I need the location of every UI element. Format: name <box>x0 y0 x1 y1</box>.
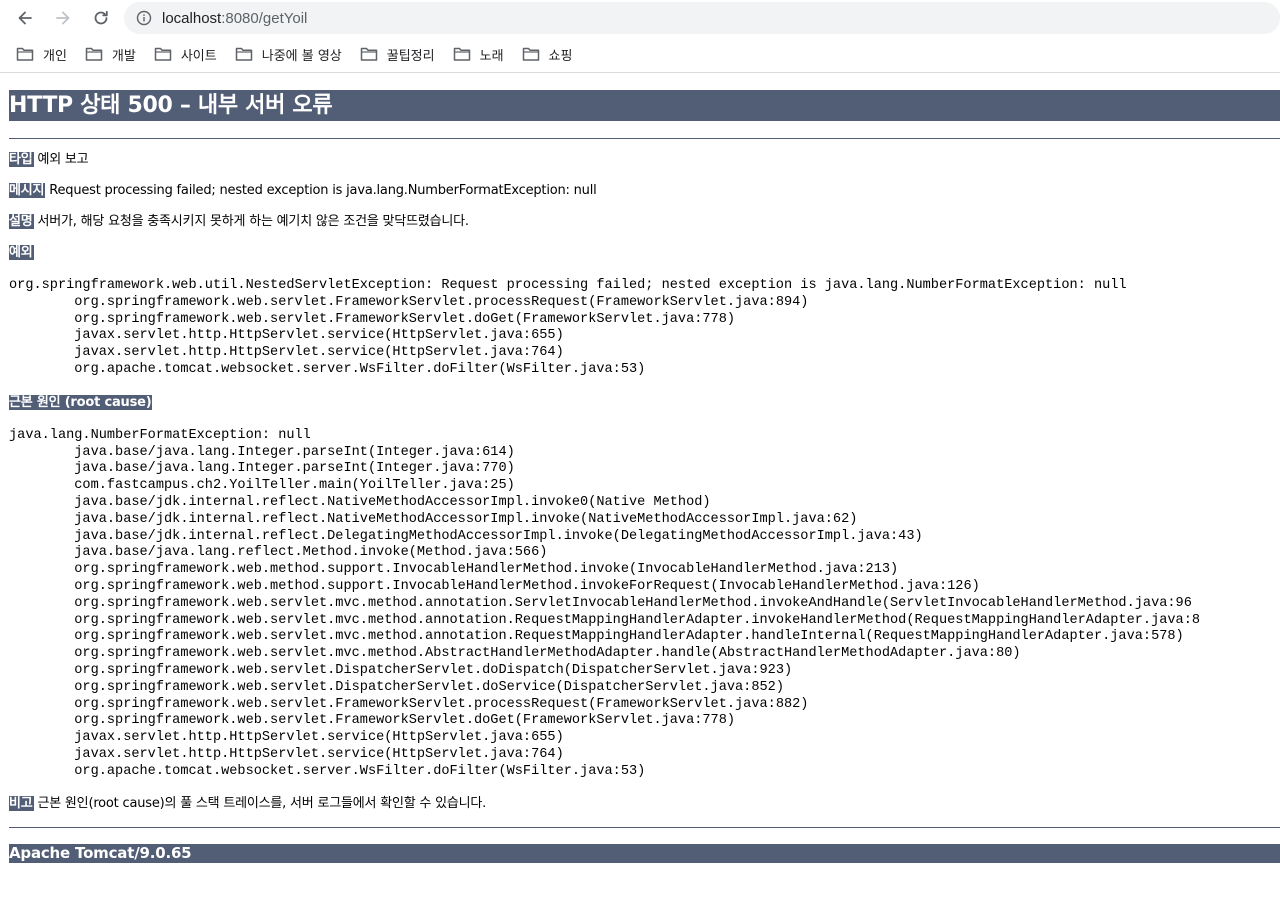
server-version-footer: Apache Tomcat/9.0.65 <box>9 843 1280 863</box>
folder-icon <box>360 47 378 61</box>
back-arrow-icon <box>18 11 32 25</box>
divider <box>9 138 1280 139</box>
note-row: 비고 근본 원인(root cause)의 풀 스택 트레이스를, 서버 로그들… <box>9 795 1280 812</box>
root-cause-label: 근본 원인 (root cause) <box>9 394 153 410</box>
folder-icon <box>16 47 34 61</box>
type-value: 예외 보고 <box>37 152 89 167</box>
type-label: 타입 <box>9 152 34 167</box>
description-row: 설명 서버가, 해당 요청을 충족시키지 못하게 하는 예기치 않은 조건을 맞… <box>9 214 1280 230</box>
info-icon[interactable] <box>136 10 152 26</box>
divider <box>9 826 1280 828</box>
description-label: 설명 <box>9 214 34 229</box>
type-row: 타입 예외 보고 <box>9 152 1280 168</box>
bookmark-label: 개발 <box>111 48 136 64</box>
root-cause-row: 근본 원인 (root cause) <box>9 394 1280 411</box>
folder-icon <box>453 47 470 61</box>
bookmarks-bar: 개인 개발 사이트 나중에 볼 영상 꿀팁정리 노래 쇼핑 <box>0 36 1280 73</box>
bookmark-folder[interactable]: 개발 <box>77 40 144 68</box>
message-label: 메시지 <box>9 183 46 198</box>
description-value: 서버가, 해당 요청을 충족시키지 못하게 하는 예기치 않은 조건을 맞닥뜨렸… <box>37 214 469 229</box>
bookmark-label: 개인 <box>43 48 67 64</box>
root-cause-stack-trace: java.lang.NumberFormatException: null ja… <box>9 427 1201 779</box>
bookmark-label: 나중에 볼 영상 <box>261 48 342 64</box>
message-row: 메시지 Request processing failed; nested ex… <box>9 183 1280 199</box>
bookmark-folder[interactable]: 개인 <box>8 40 75 68</box>
folder-icon <box>522 47 539 61</box>
bookmark-folder[interactable]: 꿀팁정리 <box>352 40 443 68</box>
folder-icon <box>235 47 252 61</box>
address-bar[interactable]: localhost:8080/getYoil <box>124 2 1280 34</box>
exception-stack-trace: org.springframework.web.util.NestedServl… <box>9 278 1127 377</box>
reload-button[interactable] <box>86 3 116 33</box>
browser-toolbar: localhost:8080/getYoil <box>0 0 1280 36</box>
exception-row: 예외 <box>9 245 1280 261</box>
folder-icon <box>154 47 172 61</box>
url-path: :8080/getYoil <box>221 9 308 27</box>
bookmark-folder[interactable]: 나중에 볼 영상 <box>227 40 350 68</box>
reload-icon <box>94 10 108 25</box>
bookmark-folder[interactable]: 사이트 <box>146 40 225 68</box>
message-value: Request processing failed; nested except… <box>49 183 597 198</box>
forward-button[interactable] <box>48 3 78 33</box>
bookmark-label: 꿀팁정리 <box>386 48 435 64</box>
note-value: 근본 원인(root cause)의 풀 스택 트레이스를, 서버 로그들에서 … <box>37 795 487 811</box>
back-button[interactable] <box>10 3 40 33</box>
error-page: HTTP 상태 500 – 내부 서버 오류 타입 예외 보고 메시지 Requ… <box>0 90 1280 863</box>
bookmark-label: 노래 <box>479 48 504 64</box>
bookmark-label: 쇼핑 <box>548 48 573 64</box>
note-label: 비고 <box>9 795 34 811</box>
forward-arrow-icon <box>56 11 70 25</box>
url-host: localhost <box>162 9 222 27</box>
page-title: HTTP 상태 500 – 내부 서버 오류 <box>9 90 1280 121</box>
folder-icon <box>85 47 103 61</box>
exception-label: 예외 <box>9 245 34 260</box>
bookmark-folder[interactable]: 쇼핑 <box>514 40 581 68</box>
bookmark-folder[interactable]: 노래 <box>445 40 512 68</box>
bookmark-label: 사이트 <box>180 48 217 64</box>
